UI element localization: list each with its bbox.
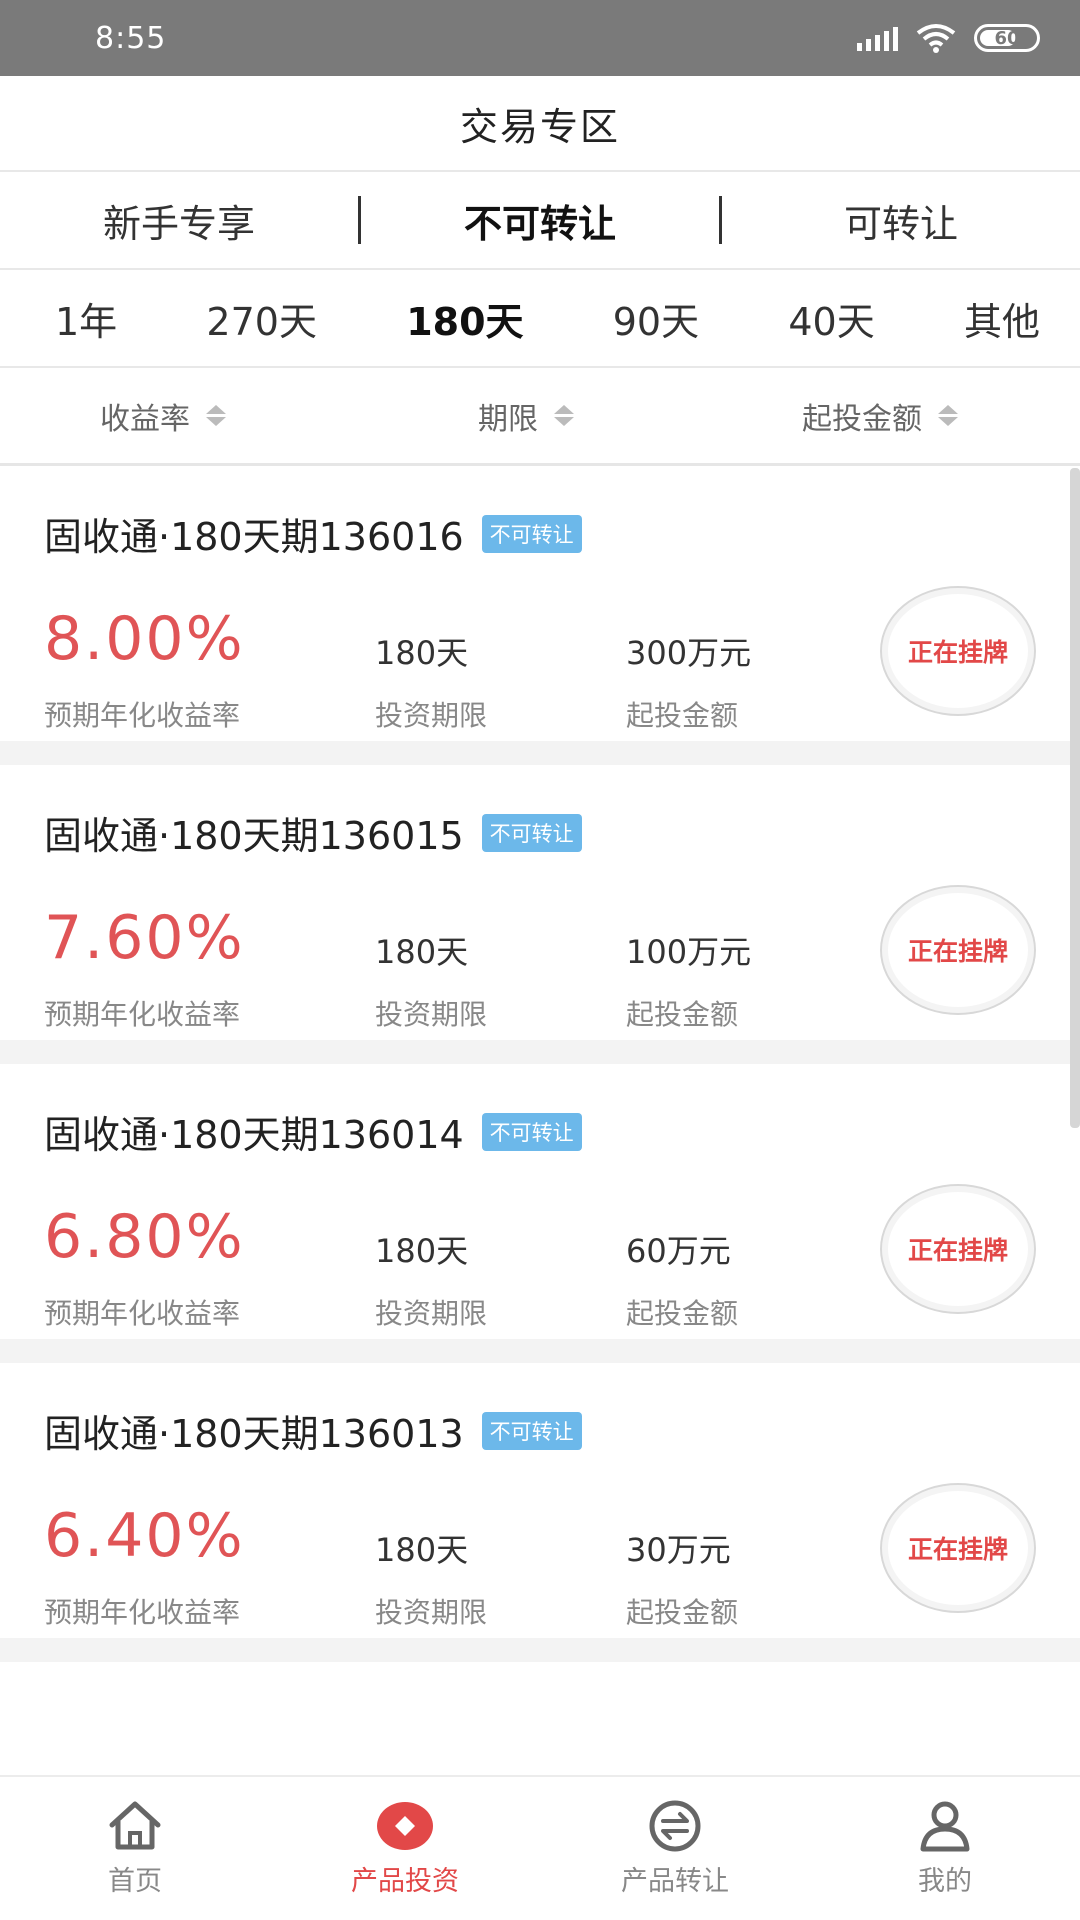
term-label: 投资期限 xyxy=(375,998,488,1031)
sort-label: 收益率 xyxy=(100,401,190,437)
min-amount-label: 起投金额 xyxy=(626,1596,739,1629)
sort-by-term[interactable]: 期限 xyxy=(478,394,574,438)
product-min-amount: 100万元 xyxy=(626,933,752,971)
term-tab-90d[interactable]: 90天 xyxy=(613,291,699,346)
product-card[interactable]: 固收通·180天期136016 不可转让 8.00% 预期年化收益率 180天 … xyxy=(0,466,1080,765)
nav-label: 产品投资 xyxy=(351,1866,459,1897)
status-stamp: 正在挂牌 xyxy=(880,1483,1036,1613)
product-rate: 6.80% xyxy=(44,1202,245,1272)
sort-label: 期限 xyxy=(478,401,538,437)
nav-label: 产品转让 xyxy=(621,1866,729,1897)
product-min-amount: 60万元 xyxy=(626,1232,731,1270)
nav-product-invest[interactable]: 产品投资 xyxy=(270,1777,540,1920)
rate-label: 预期年化收益率 xyxy=(44,998,241,1031)
nav-label: 我的 xyxy=(918,1866,972,1897)
sort-arrows-icon xyxy=(206,405,226,426)
product-rate: 7.60% xyxy=(44,903,245,973)
term-tab-other[interactable]: 其他 xyxy=(964,291,1040,346)
product-title: 固收通·180天期136016 不可转让 xyxy=(44,506,582,561)
exchange-icon xyxy=(649,1800,701,1852)
wifi-icon xyxy=(916,24,956,53)
product-term: 180天 xyxy=(375,1232,469,1270)
status-time: 8:55 xyxy=(95,20,167,56)
product-term: 180天 xyxy=(375,933,469,971)
product-name: 固收通·180天期136013 xyxy=(44,1412,464,1456)
status-stamp: 正在挂牌 xyxy=(880,586,1036,716)
status-bar: 8:55 60 xyxy=(0,0,1080,76)
sort-bar: 收益率 期限 起投金额 xyxy=(0,368,1080,466)
product-term: 180天 xyxy=(375,1531,469,1569)
product-name: 固收通·180天期136014 xyxy=(44,1113,464,1157)
sort-by-rate[interactable]: 收益率 xyxy=(100,394,226,438)
diamond-icon xyxy=(377,1802,433,1850)
sort-by-min-amount[interactable]: 起投金额 xyxy=(802,394,958,438)
product-min-amount: 300万元 xyxy=(626,634,752,672)
product-name: 固收通·180天期136015 xyxy=(44,814,464,858)
term-label: 投资期限 xyxy=(375,699,488,732)
scrollbar[interactable] xyxy=(1070,468,1080,1128)
tab-newbie[interactable]: 新手专享 xyxy=(0,193,358,248)
product-tag: 不可转让 xyxy=(481,514,582,553)
term-label: 投资期限 xyxy=(375,1596,488,1629)
product-card[interactable]: 固收通·180天期136014 不可转让 6.80% 预期年化收益率 180天 … xyxy=(0,1064,1080,1363)
product-rate: 8.00% xyxy=(44,604,245,674)
status-stamp: 正在挂牌 xyxy=(880,885,1036,1015)
product-tag: 不可转让 xyxy=(481,813,582,852)
nav-home[interactable]: 首页 xyxy=(0,1777,270,1920)
signal-icon xyxy=(857,25,898,51)
status-text: 正在挂牌 xyxy=(907,638,1008,667)
product-name: 固收通·180天期136016 xyxy=(44,515,464,559)
min-amount-label: 起投金额 xyxy=(626,699,739,732)
term-tab-1y[interactable]: 1年 xyxy=(55,291,117,346)
nav-product-transfer[interactable]: 产品转让 xyxy=(540,1777,810,1920)
rate-label: 预期年化收益率 xyxy=(44,1596,241,1629)
status-text: 正在挂牌 xyxy=(907,1236,1008,1265)
tab-transferable[interactable]: 可转让 xyxy=(722,193,1080,248)
product-title: 固收通·180天期136015 不可转让 xyxy=(44,805,582,860)
page-title: 交易专区 xyxy=(459,104,620,149)
segment-tabs: 新手专享 不可转让 可转让 xyxy=(0,172,1080,270)
product-title: 固收通·180天期136014 不可转让 xyxy=(44,1104,582,1159)
status-text: 正在挂牌 xyxy=(907,1535,1008,1564)
battery-icon: 60 xyxy=(974,24,1040,52)
sort-arrows-icon xyxy=(938,405,958,426)
bottom-nav: 首页 产品投资 产品转让 我的 xyxy=(0,1775,1080,1920)
title-bar: 交易专区 xyxy=(0,76,1080,172)
product-min-amount: 30万元 xyxy=(626,1531,731,1569)
rate-label: 预期年化收益率 xyxy=(44,1297,241,1330)
term-tab-270d[interactable]: 270天 xyxy=(206,291,317,346)
tab-non-transferable[interactable]: 不可转让 xyxy=(361,193,719,248)
min-amount-label: 起投金额 xyxy=(626,1297,739,1330)
term-tab-40d[interactable]: 40天 xyxy=(788,291,874,346)
product-title: 固收通·180天期136013 不可转让 xyxy=(44,1403,582,1458)
rate-label: 预期年化收益率 xyxy=(44,699,241,732)
user-icon xyxy=(920,1801,970,1852)
product-rate: 6.40% xyxy=(44,1501,245,1571)
product-term: 180天 xyxy=(375,634,469,672)
product-tag: 不可转让 xyxy=(481,1112,582,1151)
term-tabs: 1年 270天 180天 90天 40天 其他 xyxy=(0,270,1080,368)
term-label: 投资期限 xyxy=(375,1297,488,1330)
status-text: 正在挂牌 xyxy=(907,937,1008,966)
battery-level: 60 xyxy=(994,27,1020,49)
sort-arrows-icon xyxy=(554,405,574,426)
product-card[interactable]: 固收通·180天期136013 不可转让 6.40% 预期年化收益率 180天 … xyxy=(0,1363,1080,1662)
status-icons: 60 xyxy=(857,23,1040,53)
status-stamp: 正在挂牌 xyxy=(880,1184,1036,1314)
term-tab-180d[interactable]: 180天 xyxy=(406,291,523,346)
product-tag: 不可转让 xyxy=(481,1411,582,1450)
home-icon xyxy=(109,1801,161,1850)
nav-mine[interactable]: 我的 xyxy=(810,1777,1080,1920)
min-amount-label: 起投金额 xyxy=(626,998,739,1031)
product-list: 固收通·180天期136016 不可转让 8.00% 预期年化收益率 180天 … xyxy=(0,466,1080,1662)
product-card[interactable]: 固收通·180天期136015 不可转让 7.60% 预期年化收益率 180天 … xyxy=(0,765,1080,1064)
sort-label: 起投金额 xyxy=(802,401,922,437)
nav-label: 首页 xyxy=(108,1866,162,1897)
